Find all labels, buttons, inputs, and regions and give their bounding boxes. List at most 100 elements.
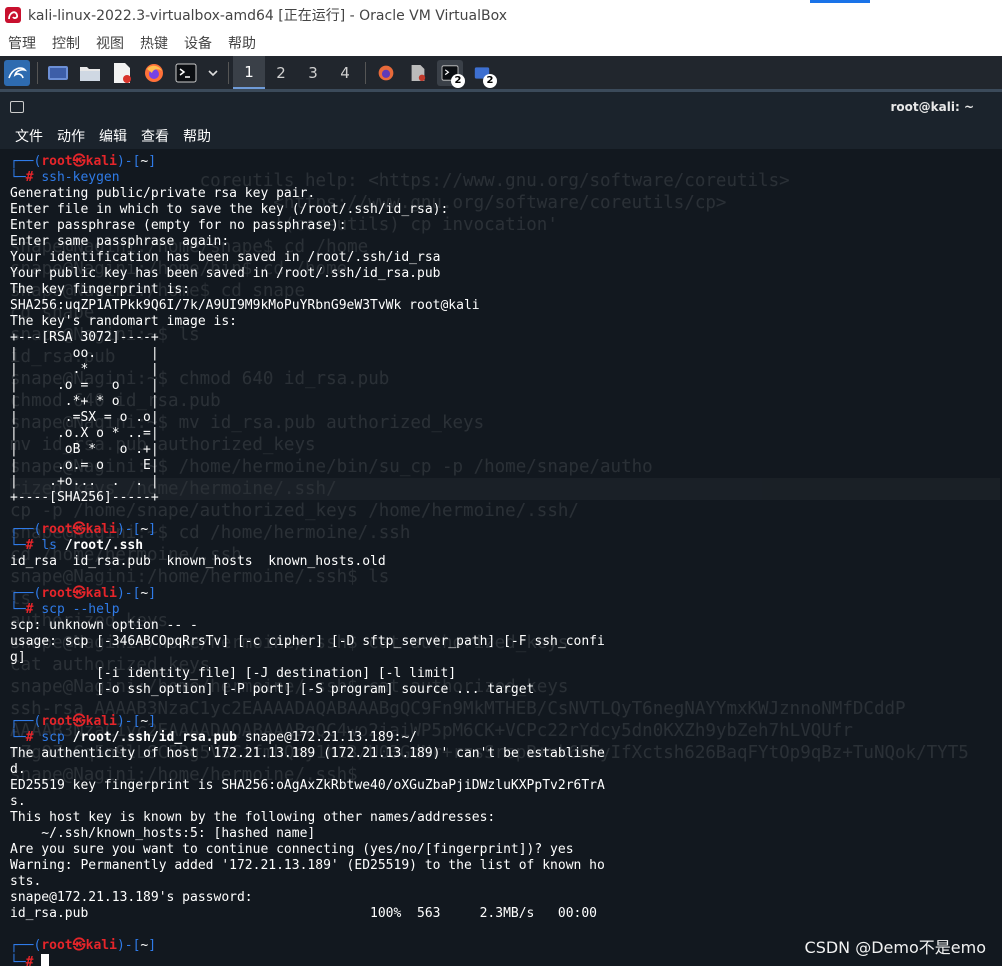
output-line: SHA256:uqZP1ATPkk9Q6I/7k/A9UI9M9kMoPuYRb… — [10, 298, 480, 313]
kali-dragon-icon — [8, 66, 27, 78]
output-line: The key fingerprint is: — [10, 282, 191, 297]
window-title: kali-linux-2022.3-virtualbox-amd64 [正在运行… — [28, 8, 508, 24]
prompt-frame: └─ — [10, 602, 26, 617]
output-line: | .+o... . . | — [10, 474, 159, 489]
output-line: | .o.= o E| — [10, 458, 159, 473]
terminal-titlebar: root@kali: ~ — [0, 92, 1002, 122]
terminal-count-badge: 2 — [451, 73, 465, 88]
command-argument: --help — [72, 602, 120, 617]
terminal-window-icon — [10, 101, 24, 113]
terminal-window: root@kali: ~ 文件 动作 编辑 查看 帮助 coreutils he… — [0, 89, 1002, 966]
prompt-frame: └─ — [10, 170, 26, 185]
workspace-2[interactable]: 2 — [265, 56, 297, 89]
output-line: Your identification has been saved in /r… — [10, 250, 441, 265]
terminal-icon — [175, 63, 197, 82]
output-line: s. — [10, 794, 26, 809]
prompt-frame: ] — [148, 938, 157, 953]
prompt-line: ┌──(root㉿kali)-[~] — [10, 154, 1000, 170]
output-line: [-o ssh_option] [-P port] [-S program] s… — [10, 682, 535, 697]
editor-window-icon — [411, 64, 426, 81]
terminal-menu-help[interactable]: 帮助 — [183, 126, 211, 146]
app-count-badge: 2 — [483, 73, 497, 88]
text-editor-button[interactable] — [109, 60, 135, 86]
task-terminal[interactable]: 2 — [437, 59, 465, 88]
output-line: Warning: Permanently added '172.21.13.18… — [10, 858, 605, 873]
prompt-user-host: root㉿kali — [41, 154, 117, 169]
terminal-lines: ┌──(root㉿kali)-[~] └─# ssh-keygen Generati… — [10, 154, 1000, 966]
task-firefox[interactable] — [373, 60, 399, 86]
output-line: +----[SHA256]-----+ — [10, 490, 159, 505]
prompt-frame: ] — [148, 522, 157, 537]
prompt-frame: ] — [148, 586, 157, 601]
output-line: | oB * o .+| — [10, 442, 159, 457]
prompt-user-host: root㉿kali — [41, 938, 117, 953]
output-line: id_rsa id_rsa.pub known_hosts known_host… — [10, 554, 386, 569]
panel-separator — [228, 61, 229, 84]
output-line: Are you sure you want to continue connec… — [10, 842, 574, 857]
prompt-frame: ┌──( — [10, 586, 42, 601]
file-manager-button[interactable] — [77, 60, 103, 86]
chevron-down-icon — [208, 69, 218, 76]
task-editor[interactable] — [405, 60, 431, 86]
prompt-line: ┌──(root㉿kali)-[~] — [10, 522, 1000, 538]
prompt-user-host: root㉿kali — [41, 714, 117, 729]
terminal-launcher-button[interactable] — [173, 60, 199, 86]
task-app[interactable]: 2 — [469, 60, 497, 88]
menu-hotkeys[interactable]: 热键 — [140, 33, 168, 53]
output-line: Generating public/private rsa key pair. — [10, 186, 316, 201]
command-name: ssh-keygen — [41, 170, 120, 185]
command-argument: /root/.ssh — [64, 538, 144, 553]
output-line: The key's randomart image is: — [10, 314, 237, 329]
terminal-menu-file[interactable]: 文件 — [15, 126, 43, 146]
prompt-frame: ┌──( — [10, 154, 42, 169]
menu-control[interactable]: 控制 — [52, 33, 80, 53]
panel-separator — [37, 61, 38, 84]
output-line: ~/.ssh/known_hosts:5: [hashed name] — [10, 826, 316, 841]
prompt-frame: └─ — [10, 538, 26, 553]
output-line: | .*+ * o | — [10, 394, 159, 409]
desktop-icon — [48, 65, 68, 80]
show-desktop-button[interactable] — [45, 60, 71, 86]
prompt-frame: )-[ — [116, 586, 141, 601]
command-name: ls — [41, 538, 57, 553]
prompt-frame: )-[ — [116, 938, 141, 953]
workspace-4[interactable]: 4 — [329, 56, 361, 89]
output-line: Enter passphrase (empty for no passphras… — [10, 218, 347, 233]
workspace-3[interactable]: 3 — [297, 56, 329, 89]
output-line: sts. — [10, 874, 42, 889]
menu-devices[interactable]: 设备 — [184, 33, 212, 53]
command-line: └─# scp /root/.ssh/id_rsa.pub snape@172.… — [10, 730, 1000, 746]
terminal-menubar: 文件 动作 编辑 查看 帮助 — [0, 122, 1002, 149]
menu-manage[interactable]: 管理 — [8, 33, 36, 53]
kali-vm-icon — [5, 7, 21, 23]
output-line: usage: scp [-346ABCOpqRrsTv] [-c cipher]… — [10, 634, 605, 649]
terminal-output-area[interactable]: coreutils help: <https://www.gnu.org/sof… — [0, 152, 1002, 966]
firefox-button[interactable] — [141, 60, 167, 86]
command-argument-rest: snape@172.21.13.189:~/ — [237, 730, 418, 745]
output-line: | .=SX = o .o| — [10, 410, 159, 425]
output-line: d. — [10, 762, 26, 777]
launcher-dropdown-button[interactable] — [205, 60, 221, 86]
output-line: | .o = o | — [10, 378, 159, 393]
menu-help[interactable]: 帮助 — [228, 33, 256, 53]
terminal-title: root@kali: ~ — [890, 100, 974, 114]
title-accent-bar — [810, 0, 870, 3]
kali-menu-button[interactable] — [4, 59, 30, 86]
prompt-frame: └─ — [10, 955, 26, 966]
menu-view[interactable]: 视图 — [96, 33, 124, 53]
terminal-menu-view[interactable]: 查看 — [141, 126, 169, 146]
prompt-frame: )-[ — [116, 154, 141, 169]
firefox-icon — [145, 63, 163, 82]
folder-icon — [80, 66, 100, 81]
output-line: [-i identity_file] [-J destination] [-l … — [10, 666, 457, 681]
workspace-1[interactable]: 1 — [233, 56, 265, 89]
terminal-menu-actions[interactable]: 动作 — [57, 126, 85, 146]
terminal-menu-edit[interactable]: 编辑 — [99, 126, 127, 146]
prompt-frame: ] — [148, 154, 157, 169]
prompt-frame: )-[ — [116, 522, 141, 537]
